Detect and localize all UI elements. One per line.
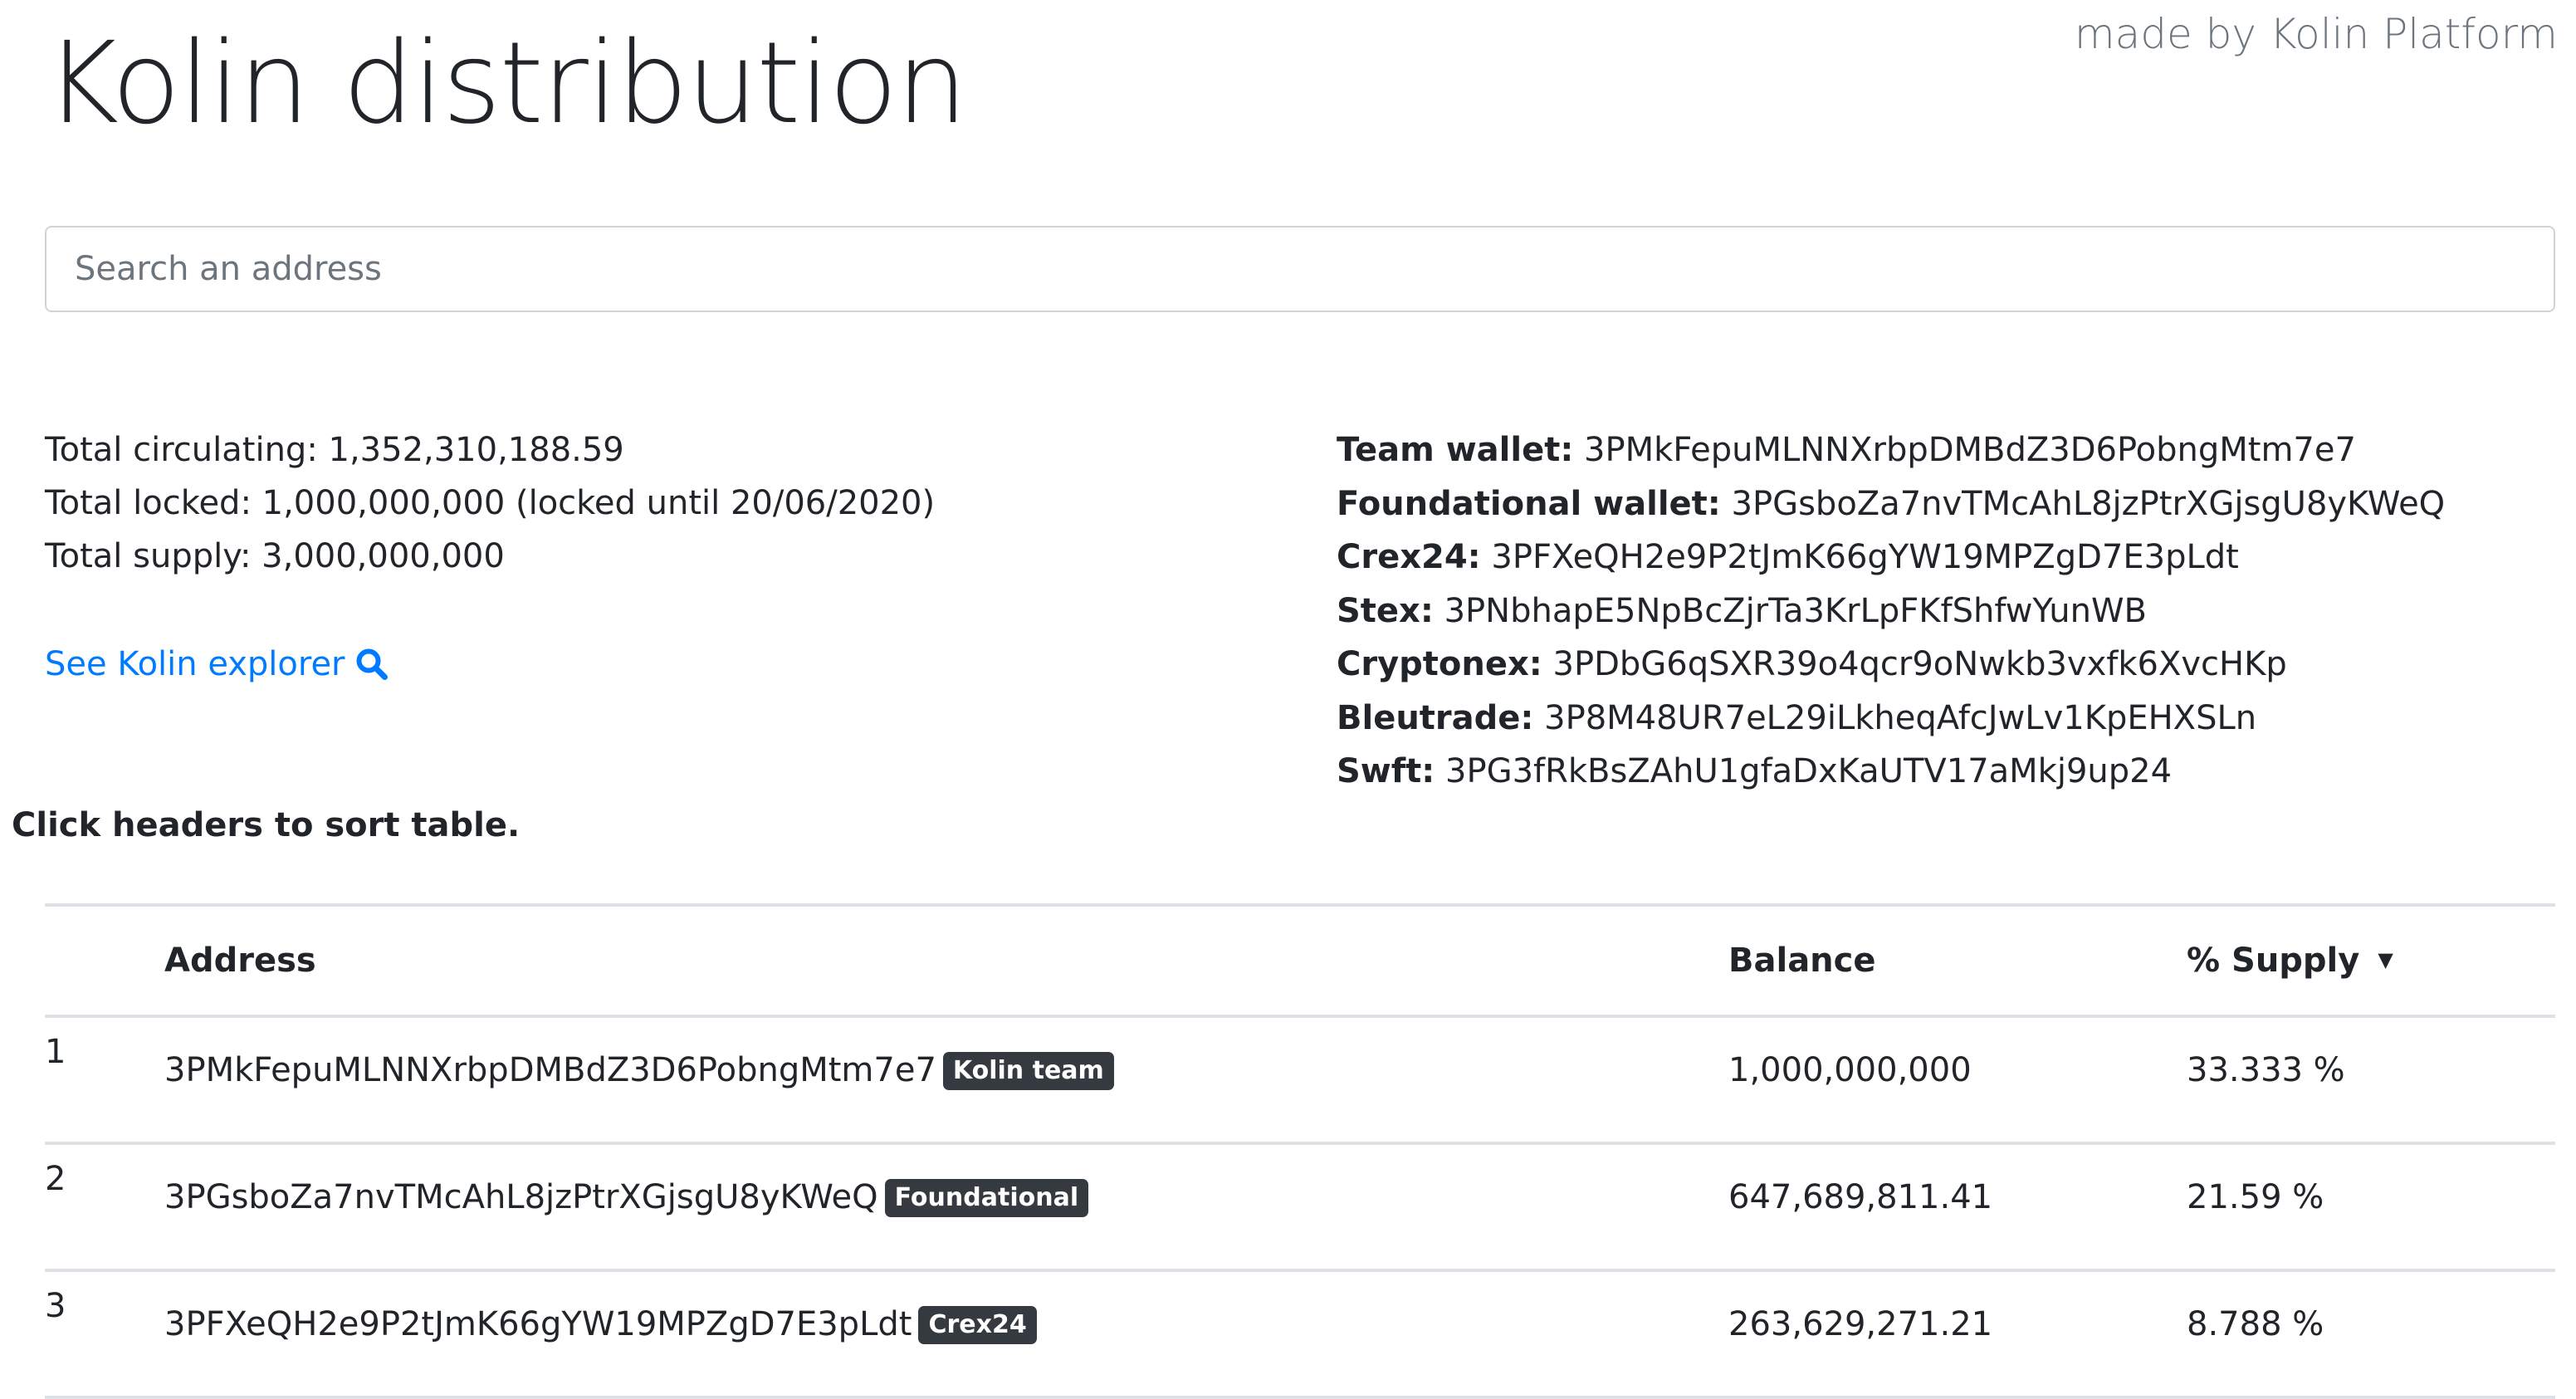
- total-circulating: Total circulating: 1,352,310,188.59: [45, 431, 624, 469]
- row-address: 3PGsboZa7nvTMcAhL8jzPtrXGjsgU8yKWeQ: [164, 1178, 878, 1216]
- wallet-label: Bleutrade:: [1337, 698, 1534, 737]
- row-address: 3PMkFepuMLNNXrbpDMBdZ3D6PobngMtm7e7: [164, 1051, 936, 1089]
- row-address-cell: 3PGsboZa7nvTMcAhL8jzPtrXGjsgU8yKWeQ Found…: [164, 1143, 1728, 1270]
- made-by-credit: made by Kolin Platform: [2074, 10, 2558, 58]
- row-address: 3PFXeQH2e9P2tJmK66gYW19MPZgD7E3pLdt: [164, 1305, 912, 1343]
- sort-hint: Click headers to sort table.: [12, 806, 521, 844]
- wallet-address: 3PMkFepuMLNNXrbpDMBdZ3D6PobngMtm7e7: [1584, 431, 2356, 469]
- distribution-table: Address Balance % Supply ▼ 1 3PMkFepuMLNN…: [45, 903, 2555, 1399]
- row-balance: 647,689,811.41: [1728, 1178, 1993, 1216]
- table-row: 1 3PMkFepuMLNNXrbpDMBdZ3D6PobngMtm7e7 Kol…: [45, 1016, 2555, 1143]
- row-supply: 33.333 %: [2187, 1051, 2345, 1089]
- wallet-label: Stex:: [1337, 591, 1434, 630]
- total-locked: Total locked: 1,000,000,000 (locked unti…: [45, 484, 936, 522]
- wallet-address: 3PG3fRkBsZAhU1gfaDxKaUTV17aMkj9up24: [1445, 752, 2173, 790]
- page-title: Kolin distribution: [45, 18, 968, 149]
- wallet-bleutrade: Bleutrade: 3P8M48UR7eL29iLkheqAfcJwLv1Kp…: [1337, 692, 2445, 746]
- totals-summary: Total circulating: 1,352,310,188.59 Tota…: [45, 423, 935, 583]
- wallet-list: Team wallet: 3PMkFepuMLNNXrbpDMBdZ3D6Pob…: [1337, 423, 2445, 799]
- wallet-address: 3P8M48UR7eL29iLkheqAfcJwLv1KpEHXSLn: [1544, 698, 2257, 737]
- rank-column-header[interactable]: [45, 905, 164, 1016]
- supply-column-header[interactable]: % Supply ▼: [2187, 905, 2555, 1016]
- wallet-team: Team wallet: 3PMkFepuMLNNXrbpDMBdZ3D6Pob…: [1337, 423, 2445, 477]
- kolin-explorer-label: See Kolin explorer: [45, 645, 345, 683]
- row-rank: 2: [45, 1160, 66, 1198]
- wallet-crex24: Crex24: 3PFXeQH2e9P2tJmK66gYW19MPZgD7E3p…: [1337, 531, 2445, 585]
- wallet-label: Cryptonex:: [1337, 645, 1542, 683]
- wallet-address: 3PFXeQH2e9P2tJmK66gYW19MPZgD7E3pLdt: [1491, 538, 2239, 576]
- row-supply: 8.788 %: [2187, 1305, 2324, 1343]
- wallet-swft: Swft: 3PG3fRkBsZAhU1gfaDxKaUTV17aMkj9up2…: [1337, 745, 2445, 799]
- row-rank: 3: [45, 1287, 66, 1325]
- table-header-row: Address Balance % Supply ▼: [45, 905, 2555, 1016]
- row-address-cell: 3PFXeQH2e9P2tJmK66gYW19MPZgD7E3pLdt Crex2…: [164, 1270, 1728, 1397]
- kolin-explorer-link[interactable]: See Kolin explorer: [45, 638, 389, 691]
- address-tag-badge: Kolin team: [942, 1052, 1114, 1090]
- wallet-cryptonex: Cryptonex: 3PDbG6qSXR39o4qcr9oNwkb3vxfk6…: [1337, 638, 2445, 692]
- row-balance: 1,000,000,000: [1728, 1051, 1972, 1089]
- wallet-stex: Stex: 3PNbhapE5NpBcZjrTa3KrLpFKfShfwYunW…: [1337, 585, 2445, 638]
- wallet-address: 3PGsboZa7nvTMcAhL8jzPtrXGjsgU8yKWeQ: [1731, 484, 2446, 523]
- search-icon: [356, 648, 388, 680]
- balance-column-header[interactable]: Balance: [1728, 905, 2187, 1016]
- wallet-label: Swft:: [1337, 752, 1435, 790]
- row-rank: 1: [45, 1033, 66, 1071]
- supply-column-label: % Supply: [2187, 942, 2360, 980]
- address-column-header[interactable]: Address: [164, 905, 1728, 1016]
- address-tag-badge: Crex24: [918, 1306, 1037, 1344]
- wallet-foundational: Foundational wallet: 3PGsboZa7nvTMcAhL8j…: [1337, 477, 2445, 531]
- row-address-cell: 3PMkFepuMLNNXrbpDMBdZ3D6PobngMtm7e7 Kolin…: [164, 1016, 1728, 1143]
- wallet-address: 3PNbhapE5NpBcZjrTa3KrLpFKfShfwYunWB: [1444, 591, 2147, 630]
- wallet-label: Crex24:: [1337, 538, 1481, 576]
- sort-desc-icon: ▼: [2378, 948, 2393, 971]
- address-tag-badge: Foundational: [884, 1179, 1089, 1217]
- search-input[interactable]: [45, 226, 2555, 312]
- wallet-address: 3PDbG6qSXR39o4qcr9oNwkb3vxfk6XvcHKp: [1552, 645, 2287, 683]
- table-row: 2 3PGsboZa7nvTMcAhL8jzPtrXGjsgU8yKWeQ Fou…: [45, 1143, 2555, 1270]
- wallet-label: Foundational wallet:: [1337, 484, 1721, 523]
- row-balance: 263,629,271.21: [1728, 1305, 1993, 1343]
- row-supply: 21.59 %: [2187, 1178, 2324, 1216]
- total-supply: Total supply: 3,000,000,000: [45, 537, 505, 575]
- table-row: 3 3PFXeQH2e9P2tJmK66gYW19MPZgD7E3pLdt Cre…: [45, 1270, 2555, 1397]
- wallet-label: Team wallet:: [1337, 431, 1574, 469]
